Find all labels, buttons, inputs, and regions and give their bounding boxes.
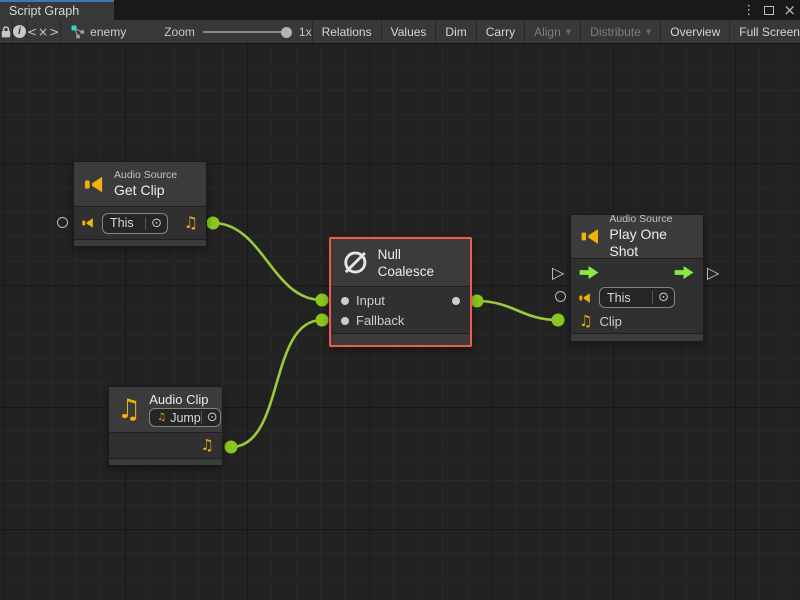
node-header: Audio Source Get Clip xyxy=(74,162,206,207)
zoom-control: Zoom 1x xyxy=(164,20,311,43)
node-title: Null Coalesce xyxy=(378,246,460,280)
node-header: ♫ Audio Clip ♫ Jump ⊙ xyxy=(109,387,222,433)
zoom-slider[interactable] xyxy=(203,26,291,38)
close-icon[interactable]: × xyxy=(783,5,796,15)
node-title: Get Clip xyxy=(114,182,177,199)
node-get-clip[interactable]: Audio Source Get Clip This ⊙ ♫ xyxy=(73,161,207,247)
toolbar-button-align[interactable]: Align ▼ xyxy=(524,20,580,43)
port-fallback-icon[interactable] xyxy=(341,317,349,325)
dropdown-arrow-icon: ▼ xyxy=(646,28,651,36)
tab-title: Script Graph xyxy=(9,4,79,18)
wire-audioclip-to-fallback[interactable] xyxy=(231,320,322,447)
port-row-this: This ⊙ ♫ xyxy=(74,207,206,239)
toolbar-button-group: Relations Values Dim Carry Align ▼ Distr… xyxy=(312,20,800,43)
wire-output-to-clip[interactable] xyxy=(477,301,558,320)
tab-strip: Script Graph ⋮ × xyxy=(0,0,800,20)
node-footer xyxy=(109,458,222,465)
graph-breadcrumb[interactable]: enemy xyxy=(71,20,126,43)
flow-in-port-triangle-icon[interactable]: ▷ xyxy=(552,265,564,281)
null-coalesce-icon xyxy=(341,248,370,277)
node-footer xyxy=(74,239,206,246)
graph-name: enemy xyxy=(90,25,126,39)
object-field-this[interactable]: This ⊙ xyxy=(599,287,675,308)
node-audio-clip[interactable]: ♫ Audio Clip ♫ Jump ⊙ ♫ xyxy=(108,386,223,466)
graph-icon xyxy=(71,25,85,39)
object-field-this[interactable]: This ⊙ xyxy=(102,213,168,234)
maximize-icon[interactable] xyxy=(764,6,774,15)
flow-arrow-in-icon[interactable] xyxy=(579,265,600,280)
lock-icon xyxy=(0,25,12,39)
toolbar-button-distribute[interactable]: Distribute ▼ xyxy=(580,20,660,43)
graph-canvas[interactable]: Audio Source Get Clip This ⊙ ♫ xyxy=(0,44,800,600)
window-menu-icon[interactable]: ⋮ xyxy=(742,3,755,18)
target-picker-icon[interactable]: ⊙ xyxy=(652,291,674,304)
object-field-jump[interactable]: ♫ Jump ⊙ xyxy=(149,408,221,427)
port-playoneshot-this-input[interactable] xyxy=(555,291,566,302)
port-rows: Input Fallback xyxy=(331,287,470,333)
graph-toolbar: i <×> enemy Zoom 1x Relations Values xyxy=(0,20,800,44)
toolbar-button-fullscreen[interactable]: Full Screen xyxy=(729,20,800,43)
audio-source-icon xyxy=(82,217,95,229)
port-row-clip: ♫ Clip xyxy=(571,310,703,333)
zoom-label: Zoom xyxy=(164,25,195,39)
toolbar-button-dim[interactable]: Dim xyxy=(435,20,475,43)
audio-source-icon xyxy=(579,292,592,304)
toolbar-button-relations[interactable]: Relations xyxy=(312,20,381,43)
dropdown-arrow-icon: ▼ xyxy=(566,28,571,36)
node-subtitle: Audio Source xyxy=(609,213,693,226)
target-picker-icon[interactable]: ⊙ xyxy=(201,411,223,424)
audio-source-icon xyxy=(581,227,601,246)
node-footer xyxy=(331,333,470,345)
node-header: Audio Source Play One Shot xyxy=(571,215,703,259)
node-null-coalesce[interactable]: Null Coalesce Input Fallback xyxy=(329,237,472,347)
port-row-input: Input xyxy=(331,289,470,310)
node-subtitle: Audio Source xyxy=(114,169,177,182)
music-note-icon: ♫ xyxy=(579,314,592,329)
port-output-icon[interactable] xyxy=(452,297,460,305)
toolbar-button-carry[interactable]: Carry xyxy=(476,20,524,43)
lock-button[interactable] xyxy=(0,20,13,43)
music-note-icon: ♫ xyxy=(117,396,141,423)
window-controls: ⋮ × xyxy=(742,0,796,20)
music-note-icon: ♫ xyxy=(184,215,198,231)
port-input-icon[interactable] xyxy=(341,297,349,305)
info-icon: i xyxy=(13,25,26,38)
node-footer xyxy=(571,333,703,341)
code-icon: <×> xyxy=(27,25,60,39)
music-note-icon: ♫ xyxy=(157,413,166,423)
tab-script-graph[interactable]: Script Graph xyxy=(0,0,114,20)
port-row-fallback: Fallback xyxy=(331,310,470,331)
port-row-this: This ⊙ xyxy=(571,285,703,310)
port-getclip-this-input[interactable] xyxy=(57,217,68,228)
node-title: Play One Shot xyxy=(609,226,693,260)
zoom-slider-handle[interactable] xyxy=(281,27,292,38)
zoom-slider-track xyxy=(203,31,291,33)
flow-arrow-out-icon[interactable] xyxy=(674,265,695,280)
info-button[interactable]: i xyxy=(13,20,27,43)
code-view-button[interactable]: <×> xyxy=(27,20,61,43)
wire-getclip-to-input[interactable] xyxy=(213,223,322,300)
toolbar-button-overview[interactable]: Overview xyxy=(660,20,729,43)
port-row-output: ♫ xyxy=(109,433,222,458)
target-picker-icon[interactable]: ⊙ xyxy=(145,217,167,230)
toolbar-button-values[interactable]: Values xyxy=(381,20,436,43)
music-note-icon: ♫ xyxy=(201,438,214,453)
node-play-one-shot[interactable]: Audio Source Play One Shot This xyxy=(570,214,704,342)
node-title: Audio Clip xyxy=(149,392,221,407)
flow-out-port-triangle-icon[interactable]: ▷ xyxy=(707,265,719,281)
zoom-value: 1x xyxy=(299,25,312,39)
node-header: Null Coalesce xyxy=(331,239,470,287)
flow-port-row xyxy=(571,259,703,285)
audio-source-icon xyxy=(84,175,106,194)
script-graph-window: Script Graph ⋮ × i <×> xyxy=(0,0,800,600)
